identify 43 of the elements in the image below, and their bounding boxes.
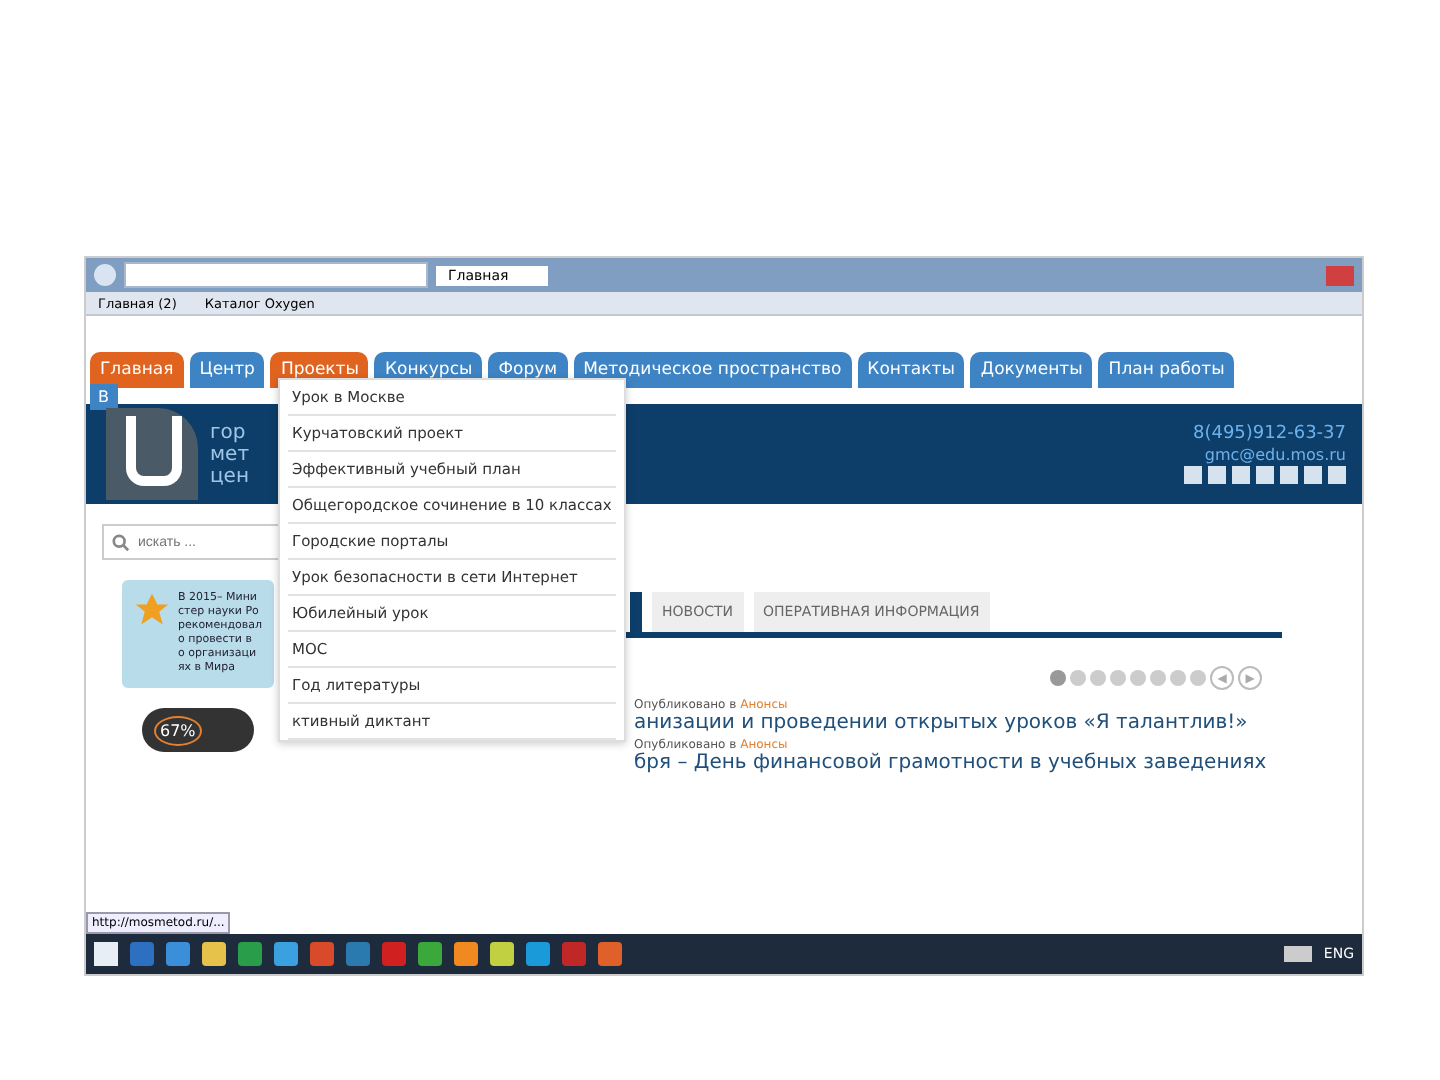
nav-tab[interactable]: Документы (970, 352, 1093, 388)
taskbar-app-icon[interactable] (346, 942, 370, 966)
taskbar-app-icon[interactable] (382, 942, 406, 966)
post-title[interactable]: бря – День финансовой грамотности в учебных заведениях (634, 752, 1362, 774)
taskbar-app-icon[interactable] (598, 942, 622, 966)
nav-tab[interactable]: Методическое пространство (573, 352, 852, 388)
search-icon (112, 533, 130, 551)
taskbar-app-icon[interactable] (490, 942, 514, 966)
taskbar-app-icon[interactable] (238, 942, 262, 966)
slider-dot[interactable] (1070, 670, 1086, 686)
gauge-value: 67% (154, 715, 202, 745)
slider-dot[interactable] (1190, 670, 1206, 686)
taskbar-app-icon[interactable] (130, 942, 154, 966)
back-icon[interactable] (94, 264, 116, 286)
phone-number: 8(495)912-63-37 (1192, 424, 1346, 444)
taskbar-app-icon[interactable] (202, 942, 226, 966)
slider-dot[interactable] (1170, 670, 1186, 686)
slider-dot[interactable] (1110, 670, 1126, 686)
taskbar-app-icon[interactable] (562, 942, 586, 966)
address-field[interactable] (124, 262, 428, 288)
email-link[interactable]: gmc@edu.mos.ru (1204, 446, 1346, 464)
slider-dot[interactable] (1090, 670, 1106, 686)
logo-text: мет (210, 443, 250, 465)
nav-tab[interactable]: Главная (90, 352, 184, 388)
taskbar-app-icon[interactable] (274, 942, 298, 966)
post-title[interactable]: анизации и проведении открытых уроков «Я талантлив!» (634, 712, 1362, 734)
slider-dot[interactable] (1150, 670, 1166, 686)
slider-dot[interactable] (1050, 670, 1066, 686)
badge[interactable]: В (90, 384, 117, 410)
taskbar-app-icon[interactable] (454, 942, 478, 966)
nav-tab[interactable]: Контакты (857, 352, 965, 388)
taskbar-app-icon[interactable] (418, 942, 442, 966)
logo-text: гор (210, 421, 248, 443)
taskbar-app-icon[interactable] (310, 942, 334, 966)
taskbar-app-icon[interactable] (526, 942, 550, 966)
content-tab[interactable] (630, 592, 642, 632)
nav-tab[interactable]: План работы (1098, 352, 1235, 388)
taskbar-app-icon[interactable] (166, 942, 190, 966)
nav-tab[interactable]: Центр (189, 352, 265, 388)
slider-dot[interactable] (1130, 670, 1146, 686)
logo-icon (106, 408, 198, 500)
logo-text: цен (210, 465, 250, 487)
close-icon[interactable] (1326, 265, 1354, 285)
